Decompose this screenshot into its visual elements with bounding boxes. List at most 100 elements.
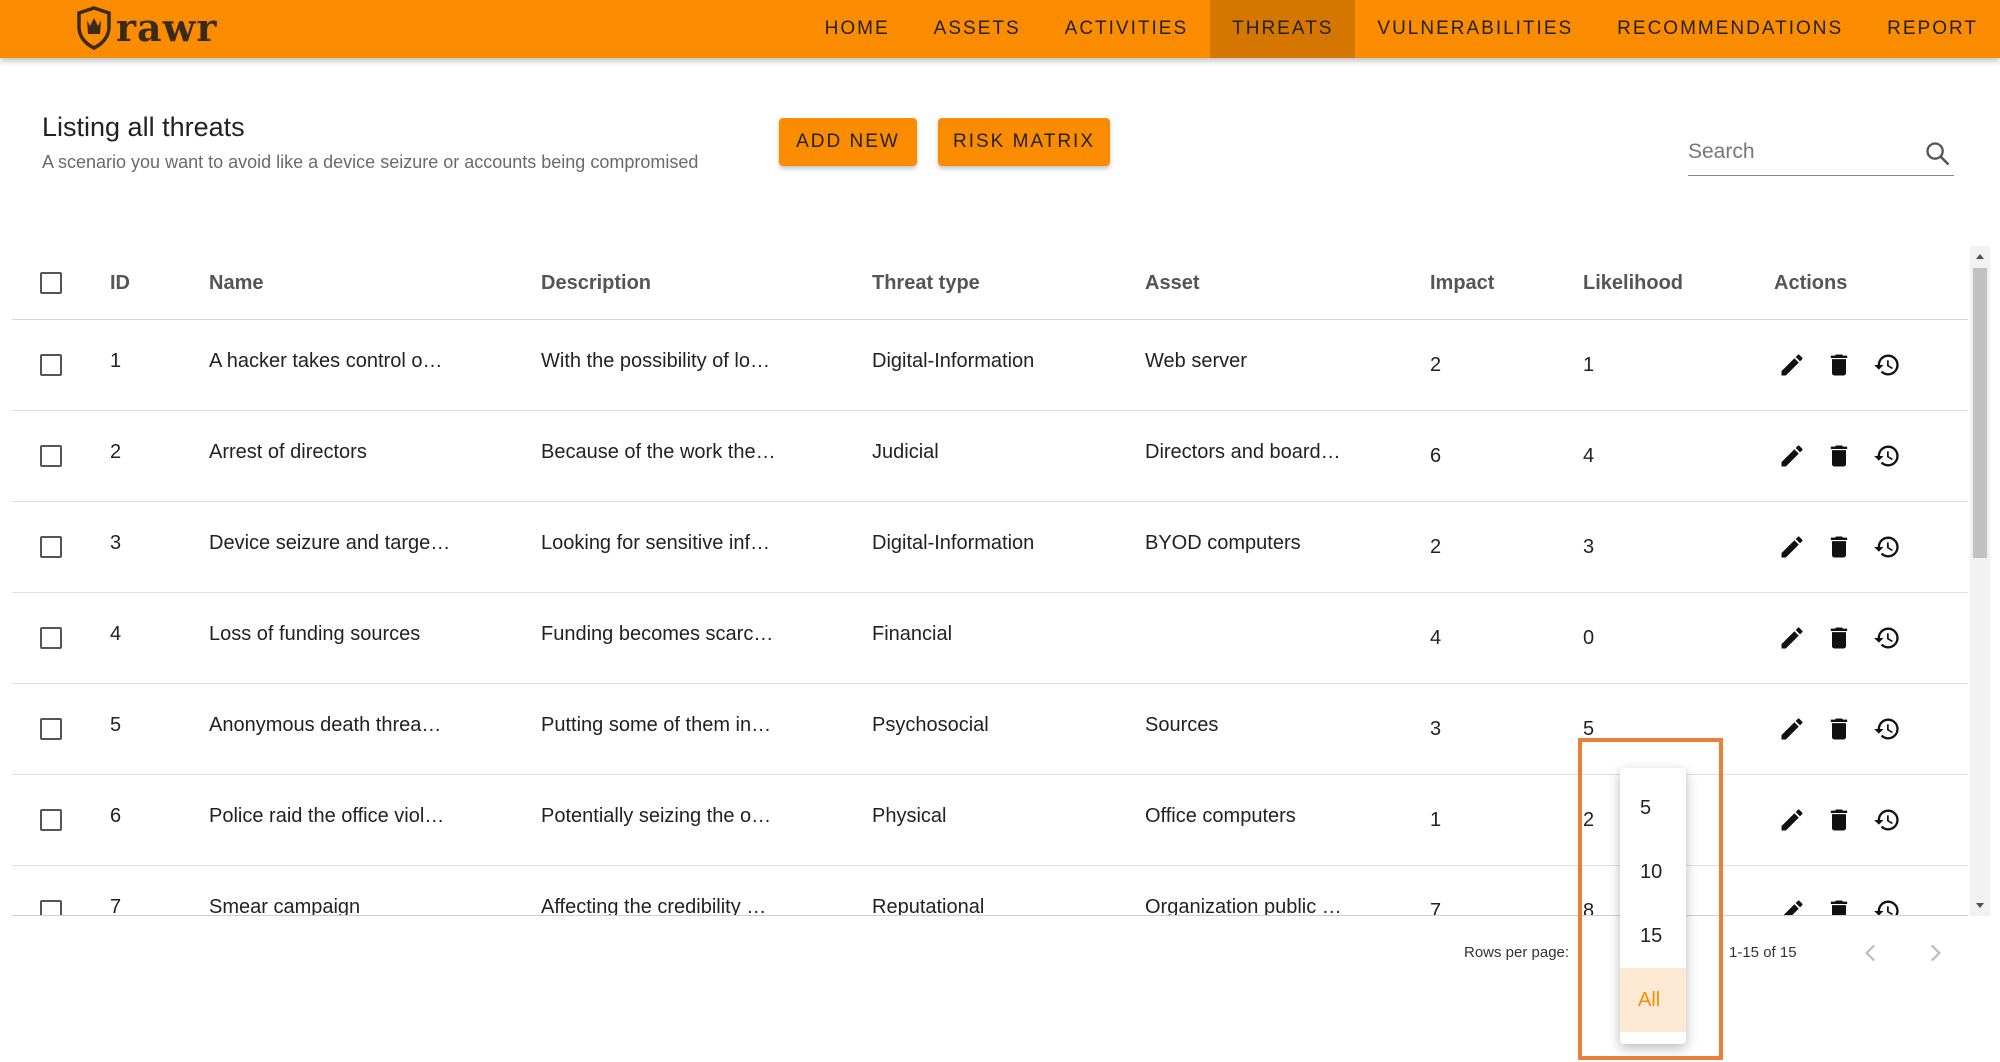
edit-icon[interactable]: [1778, 442, 1806, 470]
scroll-up-arrow-icon[interactable]: [1970, 246, 1990, 266]
nav-threats[interactable]: THREATS: [1210, 0, 1356, 58]
cell-threat-type: Digital-Information: [872, 532, 1035, 554]
history-icon[interactable]: [1873, 351, 1901, 379]
cell-description: Putting some of them in…: [541, 714, 772, 736]
column-header-name[interactable]: Name: [209, 272, 263, 295]
edit-icon[interactable]: [1778, 806, 1806, 834]
delete-icon[interactable]: [1825, 806, 1853, 834]
edit-icon[interactable]: [1778, 624, 1806, 652]
cell-id: 6: [110, 805, 122, 827]
row-checkbox[interactable]: [40, 627, 62, 649]
cell-impact: 3: [1430, 718, 1442, 740]
column-header-id[interactable]: ID: [110, 272, 130, 295]
cell-impact: 6: [1430, 445, 1442, 467]
column-header-impact[interactable]: Impact: [1430, 272, 1494, 295]
cell-likelihood: 0: [1583, 627, 1595, 649]
cell-threat-type: Financial: [872, 623, 953, 645]
history-icon[interactable]: [1873, 715, 1901, 743]
delete-icon[interactable]: [1825, 533, 1853, 561]
shield-logo-icon: [77, 6, 111, 50]
cell-threat-type: Digital-Information: [872, 350, 1035, 372]
cell-description: Potentially seizing the o…: [541, 805, 772, 827]
nav-report[interactable]: REPORT: [1865, 0, 2000, 58]
table-scrollbar[interactable]: [1970, 246, 1990, 916]
risk-matrix-button[interactable]: RISK MATRIX: [938, 118, 1110, 166]
history-icon[interactable]: [1873, 442, 1901, 470]
row-checkbox[interactable]: [40, 900, 62, 915]
cell-description: Funding becomes scarc…: [541, 623, 774, 645]
edit-icon[interactable]: [1778, 351, 1806, 379]
cell-name: Smear campaign: [209, 896, 361, 916]
edit-icon[interactable]: [1778, 897, 1806, 915]
cell-description: Looking for sensitive inf…: [541, 532, 771, 554]
cell-id: 3: [110, 532, 122, 554]
nav-activities[interactable]: ACTIVITIES: [1043, 0, 1210, 58]
nav-vulnerabilities[interactable]: VULNERABILITIES: [1355, 0, 1595, 58]
cell-description: Affecting the credibility …: [541, 896, 767, 916]
cell-likelihood: 4: [1583, 445, 1595, 467]
highlight-box: [1578, 738, 1723, 1060]
nav-recommendations[interactable]: RECOMMENDATIONS: [1595, 0, 1865, 58]
chevron-left-icon[interactable]: [1858, 940, 1884, 966]
history-icon[interactable]: [1873, 897, 1901, 915]
delete-icon[interactable]: [1825, 897, 1853, 915]
logo-text: rawr: [116, 5, 218, 50]
delete-icon[interactable]: [1825, 351, 1853, 379]
cell-likelihood: 1: [1583, 354, 1595, 376]
search-input[interactable]: [1688, 132, 1908, 172]
history-icon[interactable]: [1873, 533, 1901, 561]
chevron-right-icon[interactable]: [1922, 940, 1948, 966]
edit-icon[interactable]: [1778, 533, 1806, 561]
cell-name: Device seizure and targe…: [209, 532, 451, 554]
row-checkbox[interactable]: [40, 718, 62, 740]
table-row[interactable]: 4 Loss of funding sources Funding becomes …: [12, 593, 1968, 684]
table-header: ID Name Description Threat type Asset Im…: [12, 246, 1968, 320]
edit-icon[interactable]: [1778, 715, 1806, 743]
table-row[interactable]: 2 Arrest of directors Because of the work …: [12, 411, 1968, 502]
table-row[interactable]: 1 A hacker takes control o… With the possi…: [12, 320, 1968, 411]
column-header-threat-type[interactable]: Threat type: [872, 272, 980, 295]
cell-id: 5: [110, 714, 122, 736]
cell-name: Police raid the office viol…: [209, 805, 445, 827]
top-app-bar: rawr HOME ASSETS ACTIVITIES THREATS VULN…: [0, 0, 2000, 58]
cell-threat-type: Physical: [872, 805, 947, 827]
cell-threat-type: Judicial: [872, 441, 939, 463]
cell-impact: 2: [1430, 354, 1442, 376]
history-icon[interactable]: [1873, 806, 1901, 834]
select-all-checkbox[interactable]: [40, 272, 62, 294]
row-checkbox[interactable]: [40, 445, 62, 467]
add-new-button[interactable]: ADD NEW: [779, 118, 917, 166]
cell-name: Loss of funding sources: [209, 623, 421, 645]
cell-threat-type: Psychosocial: [872, 714, 989, 736]
scrollbar-thumb[interactable]: [1973, 268, 1987, 558]
nav-home[interactable]: HOME: [803, 0, 912, 58]
history-icon[interactable]: [1873, 624, 1901, 652]
cell-likelihood: 3: [1583, 536, 1595, 558]
column-header-asset[interactable]: Asset: [1145, 272, 1199, 295]
cell-asset: Sources: [1145, 714, 1219, 736]
cell-name: A hacker takes control o…: [209, 350, 443, 372]
column-header-description[interactable]: Description: [541, 272, 651, 295]
column-header-likelihood[interactable]: Likelihood: [1583, 272, 1683, 295]
delete-icon[interactable]: [1825, 624, 1853, 652]
delete-icon[interactable]: [1825, 442, 1853, 470]
cell-id: 1: [110, 350, 122, 372]
search-field: [1688, 132, 1954, 176]
nav-assets[interactable]: ASSETS: [912, 0, 1043, 58]
cell-id: 2: [110, 441, 122, 463]
page-subtitle: A scenario you want to avoid like a devi…: [42, 152, 699, 172]
cell-impact: 4: [1430, 627, 1442, 649]
delete-icon[interactable]: [1825, 715, 1853, 743]
main-nav: HOME ASSETS ACTIVITIES THREATS VULNERABI…: [803, 0, 2000, 58]
table-row[interactable]: 3 Device seizure and targe… Looking for se…: [12, 502, 1968, 593]
cell-description: With the possibility of lo…: [541, 350, 770, 372]
scroll-down-arrow-icon[interactable]: [1970, 896, 1990, 916]
row-checkbox[interactable]: [40, 354, 62, 376]
row-checkbox[interactable]: [40, 536, 62, 558]
cell-id: 7: [110, 896, 122, 916]
search-icon[interactable]: [1924, 140, 1952, 168]
row-checkbox[interactable]: [40, 809, 62, 831]
cell-asset: Office computers: [1145, 805, 1296, 827]
logo[interactable]: rawr: [76, 5, 217, 51]
cell-asset: BYOD computers: [1145, 532, 1301, 554]
